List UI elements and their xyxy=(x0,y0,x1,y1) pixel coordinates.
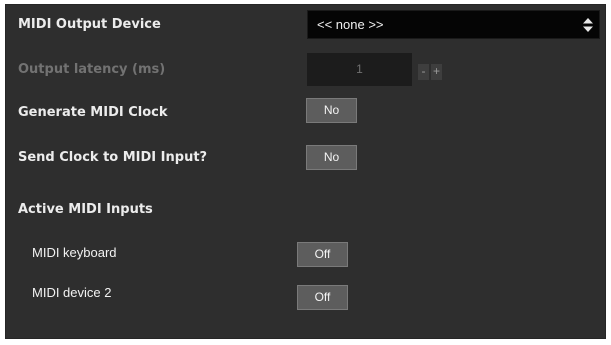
active-midi-inputs-heading: Active MIDI Inputs xyxy=(18,202,153,217)
send-clock-to-midi-input-toggle[interactable]: No xyxy=(306,145,357,170)
midi-input-name: MIDI keyboard xyxy=(32,245,117,260)
midi-output-device-label: MIDI Output Device xyxy=(18,17,161,32)
midi-input-toggle[interactable]: Off xyxy=(297,242,348,267)
latency-decrement-button[interactable]: - xyxy=(418,64,429,80)
send-clock-to-midi-input-label: Send Clock to MIDI Input? xyxy=(18,150,208,165)
midi-output-device-value: << none >> xyxy=(317,17,384,32)
generate-midi-clock-toggle[interactable]: No xyxy=(306,98,357,123)
output-latency-field[interactable]: 1 xyxy=(307,53,412,86)
midi-output-device-select[interactable]: << none >> xyxy=(307,10,600,39)
midi-settings-panel: MIDI Output Device << none >> Output lat… xyxy=(5,4,606,339)
up-down-arrows-icon xyxy=(583,18,593,32)
output-latency-value: 1 xyxy=(356,62,363,76)
output-latency-label: Output latency (ms) xyxy=(18,62,166,77)
generate-midi-clock-label: Generate MIDI Clock xyxy=(18,105,168,120)
midi-input-name: MIDI device 2 xyxy=(32,285,112,300)
midi-input-toggle[interactable]: Off xyxy=(297,285,348,310)
latency-increment-button[interactable]: + xyxy=(431,64,442,80)
